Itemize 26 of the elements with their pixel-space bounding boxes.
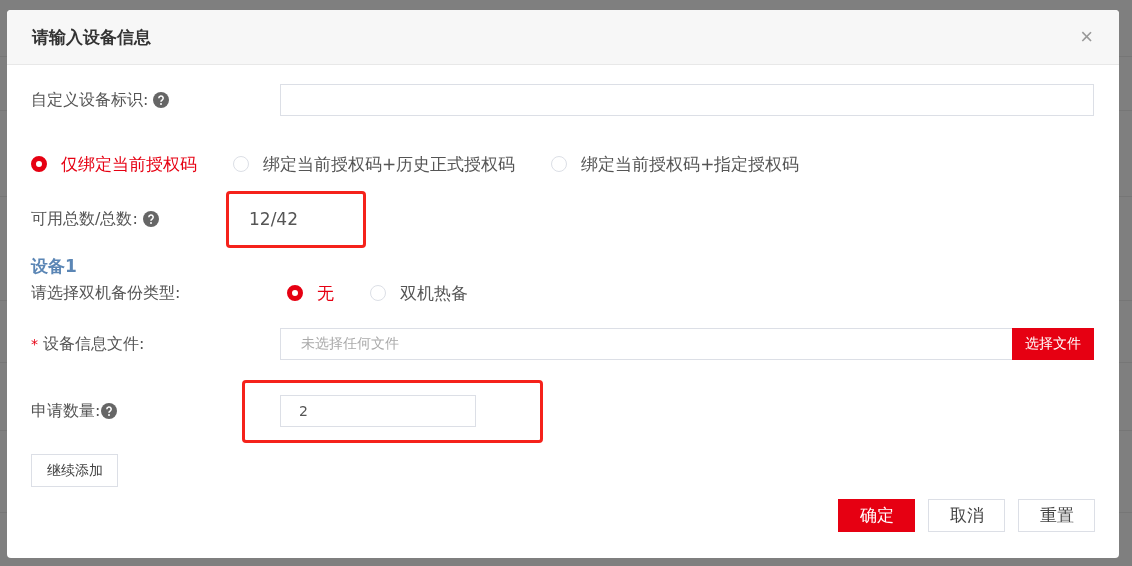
field-label: 自定义设备标识:	[31, 89, 149, 111]
section-heading: 设备1	[31, 255, 78, 278]
help-icon[interactable]	[101, 403, 118, 419]
choose-file-button[interactable]: 选择文件	[1012, 328, 1094, 360]
file-field[interactable]: 未选择任何文件 选择文件	[280, 328, 1094, 360]
radio-option[interactable]: 双机热备	[370, 281, 468, 305]
dialog-button[interactable]: 取消	[928, 499, 1005, 532]
count-value: 12/42	[249, 209, 298, 229]
file-placeholder: 未选择任何文件	[300, 334, 400, 353]
field-label: 可用总数/总数:	[31, 208, 138, 230]
radio-option[interactable]: 无	[287, 281, 334, 305]
radio-option[interactable]: 绑定当前授权码+指定授权码	[551, 152, 800, 176]
field-label: 请选择双机备份类型:	[31, 282, 181, 304]
add-more-button[interactable]: 继续添加	[31, 454, 118, 487]
field-label: 设备信息文件:	[43, 333, 145, 355]
radio-option[interactable]: 仅绑定当前授权码	[31, 152, 197, 176]
confirm-button[interactable]: 确定	[838, 499, 915, 532]
help-icon[interactable]	[153, 92, 170, 108]
dialog-button[interactable]: 重置	[1018, 499, 1095, 532]
help-icon[interactable]	[142, 211, 159, 227]
dialog-title: 请输入设备信息	[32, 25, 151, 49]
required-mark: *	[31, 336, 38, 352]
device-id-field[interactable]	[280, 84, 1094, 116]
quantity-field[interactable]: 2	[280, 395, 476, 427]
field-label: 申请数量:	[31, 400, 101, 422]
radio-option[interactable]: 绑定当前授权码+历史正式授权码	[233, 152, 516, 176]
